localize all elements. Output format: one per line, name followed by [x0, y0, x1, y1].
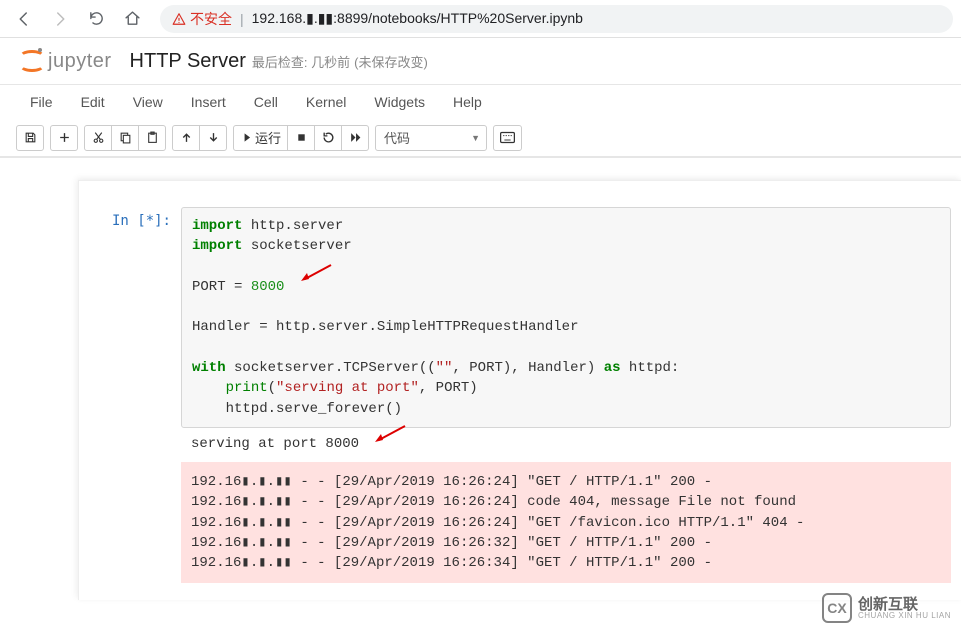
- menu-view[interactable]: View: [119, 85, 177, 119]
- run-icon: [240, 132, 251, 143]
- watermark-icon: CX: [822, 593, 852, 623]
- security-text: 不安全: [190, 9, 232, 29]
- save-button[interactable]: [16, 125, 44, 151]
- jupyter-logo[interactable]: jupyter: [16, 48, 112, 74]
- move-down-button[interactable]: [199, 125, 227, 151]
- restart-button[interactable]: [314, 125, 342, 151]
- arrow-down-icon: [207, 131, 220, 144]
- move-up-button[interactable]: [172, 125, 200, 151]
- watermark-sub: CHUANG XIN HU LIAN: [858, 612, 951, 620]
- menu-insert[interactable]: Insert: [177, 85, 240, 119]
- celltype-select[interactable]: 代码: [375, 125, 487, 151]
- arrow-up-icon: [180, 131, 193, 144]
- paste-icon: [146, 131, 159, 144]
- notebook-header: jupyter HTTP Server 最后检查: 几秒前 (未保存改变): [0, 38, 961, 78]
- command-palette-button[interactable]: [493, 125, 522, 151]
- restart-run-all-button[interactable]: [341, 125, 369, 151]
- jupyter-logo-icon: [16, 48, 42, 74]
- watermark-brand: 创新互联: [858, 597, 951, 612]
- celltype-value: 代码: [384, 128, 410, 147]
- menu-widgets[interactable]: Widgets: [360, 85, 439, 119]
- annotation-arrow-port: [299, 263, 333, 283]
- stop-icon: [296, 132, 307, 143]
- security-warning: 不安全: [172, 9, 232, 29]
- stderr-output: 192.16▮.▮.▮▮ - - [29/Apr/2019 16:26:24] …: [181, 462, 951, 583]
- stdout-output: serving at port 8000: [181, 428, 951, 456]
- forward-button[interactable]: [44, 4, 76, 34]
- back-button[interactable]: [8, 4, 40, 34]
- notebook-container: In [*]: import http.server import socket…: [78, 180, 961, 600]
- menu-help[interactable]: Help: [439, 85, 496, 119]
- keyboard-icon: [500, 131, 515, 144]
- warning-icon: [172, 12, 186, 26]
- input-prompt: In [*]:: [89, 207, 181, 583]
- run-button[interactable]: 运行: [233, 125, 288, 151]
- code-input-area[interactable]: import http.server import socketserver P…: [181, 207, 951, 428]
- menu-file[interactable]: File: [16, 85, 67, 119]
- home-button[interactable]: [116, 4, 148, 34]
- cut-button[interactable]: [84, 125, 112, 151]
- menu-cell[interactable]: Cell: [240, 85, 292, 119]
- cut-icon: [92, 131, 105, 144]
- last-checkpoint: 最后检查: 几秒前: [252, 52, 350, 71]
- run-label: 运行: [255, 128, 281, 147]
- interrupt-button[interactable]: [287, 125, 315, 151]
- browser-navbar: 不安全 | 192.168.▮.▮▮:8899/notebooks/HTTP%2…: [0, 0, 961, 38]
- save-icon: [24, 131, 37, 144]
- jupyter-logo-text: jupyter: [48, 50, 112, 73]
- toolbar: 运行 代码: [0, 119, 961, 157]
- menubar: File Edit View Insert Cell Kernel Widget…: [0, 85, 961, 119]
- paste-button[interactable]: [138, 125, 166, 151]
- add-cell-button[interactable]: [50, 125, 78, 151]
- url-text: 192.168.▮.▮▮:8899/notebooks/HTTP%20Serve…: [252, 10, 583, 27]
- plus-icon: [58, 131, 71, 144]
- menu-kernel[interactable]: Kernel: [292, 85, 360, 119]
- copy-icon: [119, 131, 132, 144]
- reload-button[interactable]: [80, 4, 112, 34]
- address-separator: |: [240, 11, 244, 27]
- annotation-arrow-output: [373, 424, 407, 444]
- address-bar[interactable]: 不安全 | 192.168.▮.▮▮:8899/notebooks/HTTP%2…: [160, 5, 953, 33]
- notebook-title[interactable]: HTTP Server: [130, 50, 246, 73]
- autosave-status: (未保存改变): [354, 52, 428, 71]
- watermark: CX 创新互联 CHUANG XIN HU LIAN: [822, 593, 951, 623]
- code-cell[interactable]: In [*]: import http.server import socket…: [79, 207, 961, 583]
- menu-edit[interactable]: Edit: [67, 85, 119, 119]
- restart-icon: [322, 131, 335, 144]
- fast-forward-icon: [349, 131, 362, 144]
- copy-button[interactable]: [111, 125, 139, 151]
